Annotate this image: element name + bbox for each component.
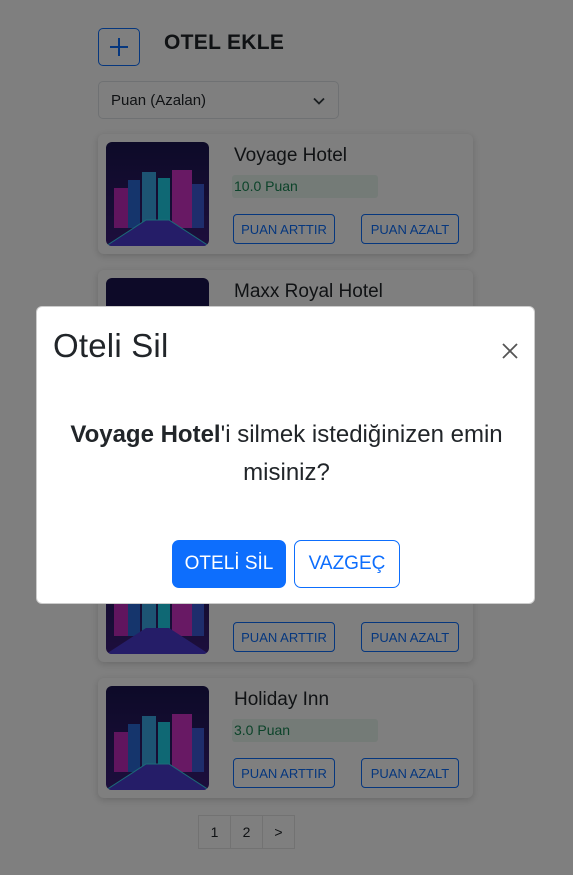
cancel-button[interactable]: VAZGEÇ (294, 540, 400, 588)
modal-hotel-name: Voyage Hotel (70, 421, 221, 448)
modal-message-text: 'i silmek istediğinizen emin misiniz? (220, 421, 503, 486)
delete-hotel-modal: Oteli Sil Voyage Hotel'i silmek istediği… (36, 306, 535, 604)
modal-message: Voyage Hotel'i silmek istediğinizen emin… (67, 416, 506, 492)
modal-title: Oteli Sil (53, 327, 169, 364)
modal-close-button[interactable] (501, 342, 519, 360)
delete-hotel-button[interactable]: OTELİ SİL (172, 540, 286, 588)
close-icon (502, 343, 518, 359)
